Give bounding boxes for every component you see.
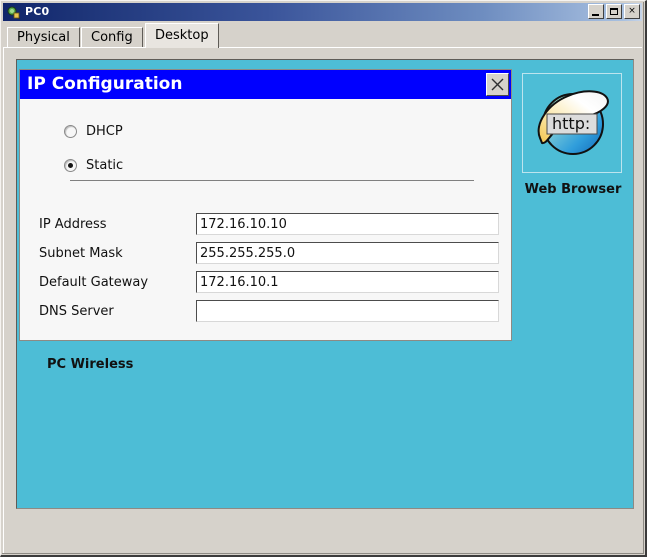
tab-physical[interactable]: Physical xyxy=(7,27,80,48)
ip-configuration-title: IP Configuration xyxy=(27,74,183,94)
application-window: PC0 × Physical Config Desktop IP Configu… xyxy=(0,0,647,557)
radio-dhcp[interactable]: DHCP xyxy=(64,124,123,139)
radio-dhcp-label: DHCP xyxy=(86,124,123,139)
ip-address-input[interactable] xyxy=(196,213,499,235)
maximize-icon xyxy=(610,8,618,15)
section-divider xyxy=(70,180,474,181)
tab-content-panel: IP Configuration DHCP Static IP Address … xyxy=(3,47,642,553)
field-default-gateway: Default Gateway xyxy=(39,271,499,293)
field-dns-server-label: DNS Server xyxy=(39,303,114,319)
ip-configuration-body: DHCP Static IP Address Subnet Mask xyxy=(20,99,511,340)
web-browser-label: Web Browser xyxy=(524,182,622,197)
close-icon: × xyxy=(628,6,636,16)
tab-desktop[interactable]: Desktop xyxy=(145,23,219,48)
pc-device-icon xyxy=(7,5,21,19)
tab-config[interactable]: Config xyxy=(81,27,143,48)
field-subnet-mask: Subnet Mask xyxy=(39,242,499,264)
tab-strip: Physical Config Desktop xyxy=(3,22,642,48)
desktop-area[interactable]: IP Configuration DHCP Static IP Address … xyxy=(16,59,634,509)
close-button[interactable]: × xyxy=(624,4,640,19)
field-dns-server: DNS Server xyxy=(39,300,499,322)
window-controls: × xyxy=(588,4,640,19)
ip-configuration-title-bar: IP Configuration xyxy=(20,70,511,99)
radio-dhcp-indicator xyxy=(64,125,77,138)
radio-static-indicator xyxy=(64,159,77,172)
field-default-gateway-label: Default Gateway xyxy=(39,274,149,290)
minimize-button[interactable] xyxy=(588,4,604,19)
globe-browser-icon: http: xyxy=(522,73,622,173)
default-gateway-input[interactable] xyxy=(196,271,499,293)
window-title: PC0 xyxy=(25,5,50,18)
ip-configuration-close-button[interactable] xyxy=(486,73,509,96)
radio-static[interactable]: Static xyxy=(64,158,123,173)
close-icon xyxy=(491,78,504,91)
dns-server-input[interactable] xyxy=(196,300,499,322)
subnet-mask-input[interactable] xyxy=(196,242,499,264)
web-browser-shortcut[interactable]: http: Web Browser xyxy=(522,73,624,197)
maximize-button[interactable] xyxy=(606,4,622,19)
browser-icon-text: http: xyxy=(552,114,590,133)
field-subnet-mask-label: Subnet Mask xyxy=(39,245,123,261)
radio-static-label: Static xyxy=(86,158,124,173)
field-ip-address: IP Address xyxy=(39,213,499,235)
title-bar[interactable]: PC0 × xyxy=(3,3,642,21)
field-ip-address-label: IP Address xyxy=(39,216,107,232)
minimize-icon xyxy=(592,14,599,16)
ip-configuration-dialog: IP Configuration DHCP Static IP Address … xyxy=(19,69,512,341)
pc-wireless-shortcut[interactable]: PC Wireless xyxy=(47,357,133,372)
